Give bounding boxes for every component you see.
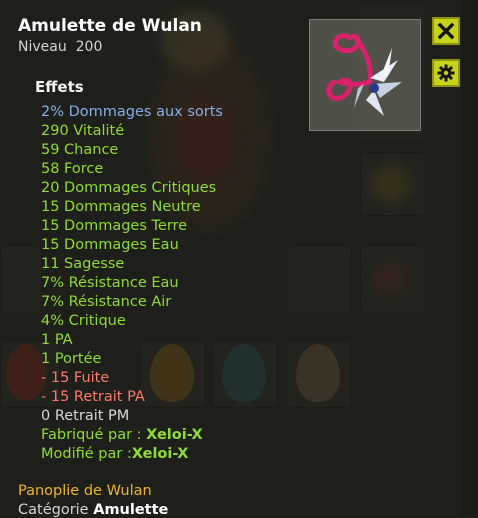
item-name: Amulette de Wulan xyxy=(18,16,202,36)
item-preview xyxy=(309,19,421,131)
effect-line: 290 Vitalité xyxy=(41,123,125,139)
amulet-icon xyxy=(326,33,402,116)
modified-by-label: Modifié par : xyxy=(41,446,132,462)
effect-line: 2% Dommages aux sorts xyxy=(41,104,223,120)
effect-line: 4% Critique xyxy=(41,313,126,329)
effects-heading: Effets xyxy=(35,78,84,96)
effect-line: 15 Dommages Eau xyxy=(41,237,179,253)
effect-line: 1 Portée xyxy=(41,351,102,367)
crafted-by-label: Fabriqué par : xyxy=(41,427,142,443)
effects-list: 2% Dommages aux sorts 290 Vitalité 59 Ch… xyxy=(41,103,223,464)
modified-by-line: Modifié par :Xeloi-X xyxy=(41,445,223,464)
effect-line: 59 Chance xyxy=(41,142,119,158)
item-tooltip: Amulette de Wulan Niveau 200 Effets 2% D… xyxy=(0,0,478,518)
effect-line: 11 Sagesse xyxy=(41,256,125,272)
effect-line: - 15 Retrait PA xyxy=(41,389,145,405)
item-level-value: 200 xyxy=(75,39,103,55)
set-link[interactable]: Panoplie de Wulan xyxy=(18,483,152,499)
close-icon xyxy=(437,22,455,40)
modified-by-name: Xeloi-X xyxy=(131,446,189,462)
settings-button[interactable] xyxy=(432,59,460,87)
crafted-by-name: Xeloi-X xyxy=(146,427,203,443)
close-button[interactable] xyxy=(432,17,460,45)
effect-line: - 15 Fuite xyxy=(41,370,110,386)
gear-icon xyxy=(437,64,455,82)
effect-line: 15 Dommages Neutre xyxy=(41,199,201,215)
effect-line: 7% Résistance Air xyxy=(41,294,172,310)
effect-line: 15 Dommages Terre xyxy=(41,218,188,234)
item-level-label: Niveau xyxy=(18,39,67,55)
item-level: Niveau 200 xyxy=(18,39,102,55)
effect-line: 7% Résistance Eau xyxy=(41,275,179,291)
effect-line: 58 Force xyxy=(41,161,104,177)
effect-line: 1 PA xyxy=(41,332,73,348)
crafted-by-line: Fabriqué par : Xeloi-X xyxy=(41,426,223,445)
effect-line: 20 Dommages Critiques xyxy=(41,180,217,196)
effect-line: 0 Retrait PM xyxy=(41,408,130,424)
